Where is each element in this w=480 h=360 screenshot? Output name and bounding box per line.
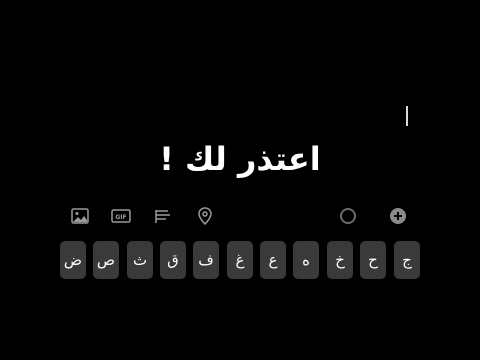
text-cursor xyxy=(406,106,408,126)
key-sad[interactable]: ص xyxy=(93,241,119,279)
location-icon[interactable] xyxy=(195,206,215,226)
key-jim[interactable]: ج xyxy=(394,241,420,279)
key-tha[interactable]: ث xyxy=(127,241,153,279)
keyboard-row-1: ض ص ث ق ف غ ع ه خ ح ج xyxy=(0,241,480,279)
story-text[interactable]: اعتذر لك ! xyxy=(0,136,480,182)
key-ain[interactable]: ع xyxy=(260,241,286,279)
story-editor-screen: اعتذر لك ! GIF ض ص ث ق ف غ ع ه خ ح ج xyxy=(0,0,480,360)
add-icon[interactable] xyxy=(388,206,408,226)
image-icon[interactable] xyxy=(70,206,90,226)
key-dad[interactable]: ض xyxy=(60,241,86,279)
key-haa[interactable]: ح xyxy=(360,241,386,279)
key-ha[interactable]: ه xyxy=(293,241,319,279)
gif-icon[interactable]: GIF xyxy=(111,206,131,226)
key-kha[interactable]: خ xyxy=(327,241,353,279)
composer-toolbar: GIF xyxy=(0,204,480,228)
text-align-icon[interactable] xyxy=(153,206,173,226)
key-ghain[interactable]: غ xyxy=(227,241,253,279)
circle-icon[interactable] xyxy=(338,206,358,226)
svg-text:GIF: GIF xyxy=(115,214,126,221)
key-qaf[interactable]: ق xyxy=(160,241,186,279)
key-fa[interactable]: ف xyxy=(193,241,219,279)
